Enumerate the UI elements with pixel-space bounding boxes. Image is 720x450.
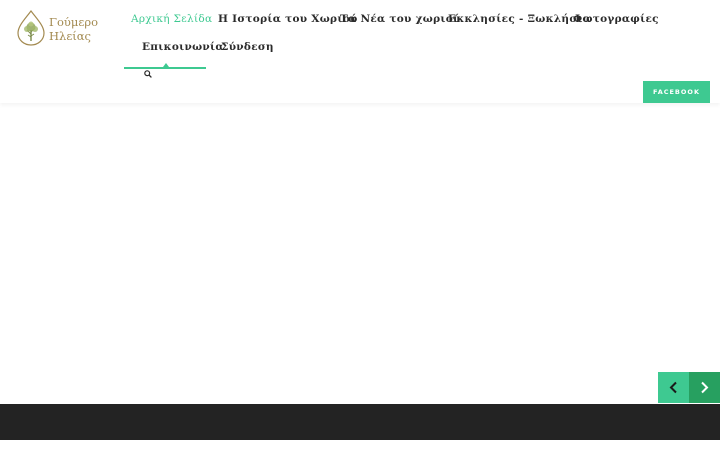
nav-item-contact[interactable]: Επικοινωνία [142,40,224,54]
nav-item-login[interactable]: Σύνδεση [221,40,274,54]
facebook-button[interactable]: FACEBOOK [643,81,710,103]
logo-text: Γούμερο Ηλείας [49,15,98,43]
dark-content-bar [0,404,720,440]
chevron-left-icon [669,381,677,394]
nav-item-news[interactable]: Τα Νέα του χωριού [340,12,461,26]
search-icon [144,70,152,78]
chevron-right-icon [701,381,709,394]
nav-item-home[interactable]: Αρχική Σελίδα [131,12,212,26]
active-nav-underline [124,67,206,69]
nav-item-churches[interactable]: Εκκλησίες - Ξωκλήσια [448,12,591,26]
site-header: Γούμερο Ηλείας Αρχική Σελίδα Η Ιστορία τ… [0,0,720,103]
page-bottom [0,440,720,450]
search-button[interactable] [142,68,154,80]
nav-item-photos[interactable]: Φωτογραφίες [573,12,659,26]
site-logo[interactable]: Γούμερο Ηλείας [16,10,98,48]
logo-line-2: Ηλείας [49,29,91,43]
olive-tree-drop-icon [17,10,45,46]
hero-slider [0,103,720,404]
nav-item-history[interactable]: Η Ιστορία του Χωριού [218,12,358,26]
active-nav-indicator [163,63,169,67]
slider-prev-button[interactable] [658,372,689,403]
logo-line-1: Γούμερο [49,15,99,29]
slider-next-button[interactable] [689,372,720,403]
